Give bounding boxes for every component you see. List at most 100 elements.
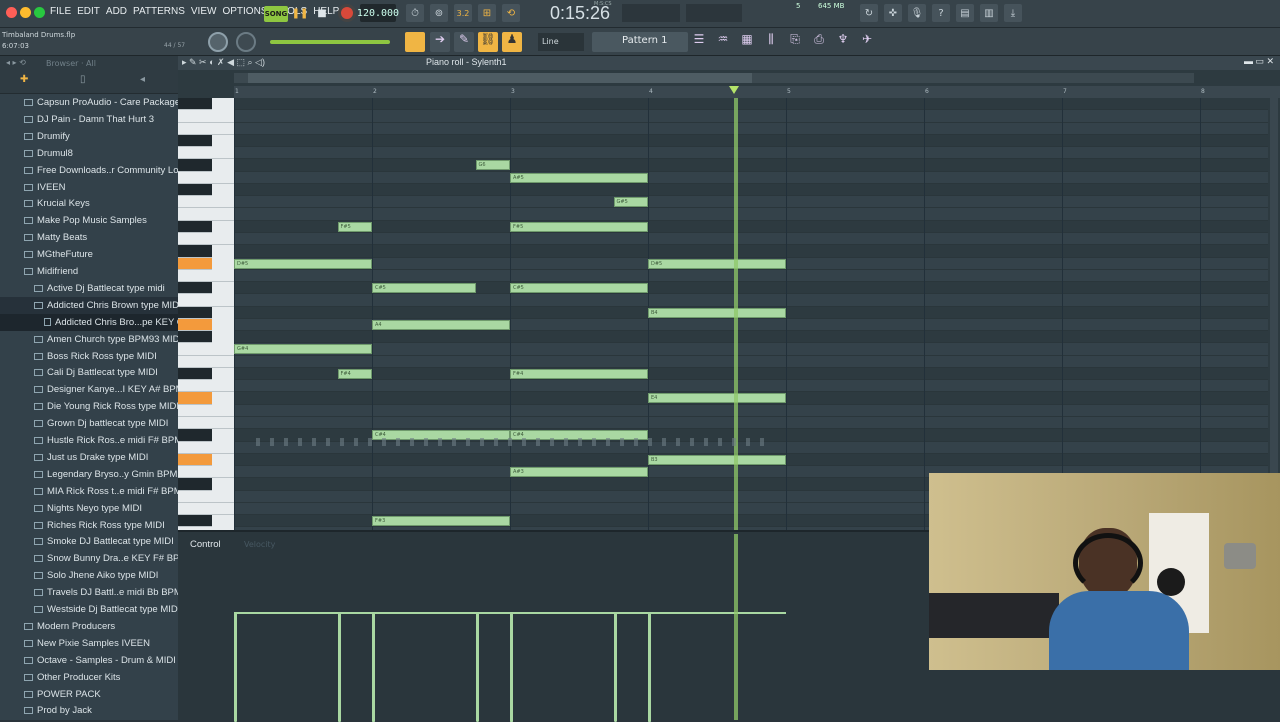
- velocity-stem[interactable]: [613, 612, 617, 722]
- playhead-marker[interactable]: [728, 86, 739, 94]
- browser-folder-item[interactable]: Matty Beats: [0, 229, 178, 246]
- piano-key[interactable]: [178, 245, 212, 258]
- menu-edit[interactable]: EDIT: [77, 6, 100, 17]
- piano-key[interactable]: [178, 392, 212, 405]
- piano-key[interactable]: [178, 110, 234, 123]
- browser-folder-item[interactable]: Travels DJ Battl..e midi Bb BPM93: [0, 584, 178, 601]
- browser-folder-item[interactable]: MGtheFuture: [0, 246, 178, 263]
- tempo-display[interactable]: 120.000: [357, 4, 399, 22]
- save-icon[interactable]: ▤: [956, 4, 974, 22]
- arrow-tool-icon[interactable]: ➔: [430, 32, 450, 52]
- piano-roll-icon[interactable]: ♒: [714, 32, 732, 52]
- pattern-selector[interactable]: Pattern 1: [592, 32, 688, 52]
- midi-note[interactable]: F#3: [372, 516, 510, 527]
- browser-folder-item[interactable]: Westside Dj Battlecat type MIDI: [0, 601, 178, 618]
- browser-folder-item[interactable]: Grown Dj battlecat type MIDI: [0, 415, 178, 432]
- bar-number[interactable]: 7: [1063, 88, 1067, 95]
- plugin-icon[interactable]: ✜: [884, 4, 902, 22]
- piano-key[interactable]: [178, 318, 212, 332]
- browser-folder-item[interactable]: POWER PACK: [0, 686, 178, 703]
- bar-number[interactable]: 4: [649, 88, 653, 95]
- piano-key[interactable]: [178, 171, 234, 184]
- midi-note[interactable]: E4: [648, 393, 786, 404]
- midi-note[interactable]: G#5: [613, 197, 648, 208]
- main-pitch-knob[interactable]: [236, 32, 256, 52]
- browser-toggle-icon[interactable]: ⎘: [786, 32, 804, 52]
- snap-select[interactable]: Line: [538, 33, 584, 51]
- piano-key[interactable]: [178, 441, 234, 454]
- browser-folder-item[interactable]: Addicted Chris Brown type MIDI: [0, 296, 178, 314]
- midi-note[interactable]: C#5: [372, 283, 476, 294]
- browser-folder-item[interactable]: Designer Kanye...I KEY A# BPM145: [0, 381, 178, 398]
- pencil-tool-icon[interactable]: ✎: [454, 32, 474, 52]
- browser-folder-item[interactable]: New Pixie Samples IVEEN: [0, 635, 178, 652]
- piano-key[interactable]: [178, 380, 234, 393]
- piano-key[interactable]: [178, 515, 212, 528]
- midi-note[interactable]: B4: [648, 307, 786, 318]
- minimize-window-button[interactable]: [20, 7, 31, 18]
- browser-speaker-icon[interactable]: ◂: [140, 74, 145, 85]
- piano-keys[interactable]: [178, 98, 234, 530]
- piano-key[interactable]: [178, 453, 212, 467]
- browser-folder-item[interactable]: Snow Bunny Dra..e KEY F# BPM90: [0, 550, 178, 567]
- piano-key[interactable]: [178, 134, 212, 148]
- browser-add-icon[interactable]: ✚: [20, 74, 28, 85]
- piano-key[interactable]: [178, 159, 212, 172]
- zoom-window-button[interactable]: [34, 7, 45, 18]
- velocity-stem[interactable]: [337, 612, 341, 722]
- piano-key[interactable]: [178, 331, 212, 344]
- browser-folder-item[interactable]: Just us Drake type MIDI: [0, 449, 178, 466]
- browser-folder-item[interactable]: Krucial Keys: [0, 195, 178, 212]
- master-volume-slider[interactable]: [270, 40, 390, 44]
- channel-rack-icon[interactable]: ▦: [738, 32, 756, 52]
- midi-note[interactable]: D#5: [234, 258, 372, 269]
- midi-note[interactable]: F#4: [337, 368, 372, 379]
- menu-file[interactable]: FILE: [50, 6, 71, 17]
- browser-folder-item[interactable]: IVEEN: [0, 179, 178, 196]
- play-button[interactable]: ❚❚: [292, 5, 309, 21]
- note-grid[interactable]: G6 A#5 G#5 F#5 F#5 D#5 D#5 C#5 C#5 B4 A4 G#4 F#4 F#4 E…: [234, 98, 1268, 530]
- browser-folder-item[interactable]: Amen Church type BPM93 MIDI: [0, 331, 178, 348]
- piano-roll-tools[interactable]: ▸ ✎ ✂ ◐ ✗ ◀ ⬚ ⌕ ◁): [182, 57, 265, 68]
- piano-key[interactable]: [178, 490, 234, 503]
- midi-note[interactable]: A4: [372, 319, 510, 330]
- stop-button[interactable]: ■: [314, 5, 330, 21]
- piano-key[interactable]: [178, 429, 212, 442]
- menu-options[interactable]: OPTIONS: [222, 6, 267, 17]
- pattern-mode-icon[interactable]: [405, 32, 425, 52]
- velocity-stem[interactable]: [372, 612, 375, 722]
- browser-folder-item[interactable]: Octave - Samples - Drum & MIDI Kit: [0, 652, 178, 669]
- piano-key[interactable]: [178, 294, 234, 307]
- midi-note[interactable]: F#4: [510, 368, 648, 379]
- browser-folder-item[interactable]: Modern Producers: [0, 618, 178, 635]
- midi-note[interactable]: G#4: [234, 344, 372, 355]
- piano-key[interactable]: [178, 257, 212, 270]
- browser-folder-item[interactable]: Cali Dj Battlecat type MIDI: [0, 364, 178, 381]
- browser-folder-item[interactable]: Drumify: [0, 128, 178, 145]
- browser-folder-item[interactable]: Capsun ProAudio - Care Package: [0, 94, 178, 111]
- record-button[interactable]: [338, 4, 356, 22]
- midi-note[interactable]: D#5: [648, 258, 786, 269]
- piano-key[interactable]: [178, 122, 234, 135]
- midi-note[interactable]: G6: [475, 160, 510, 171]
- loop-record-icon[interactable]: ⟲: [502, 4, 520, 22]
- piano-key[interactable]: [178, 232, 234, 246]
- control-label[interactable]: Control: [190, 539, 221, 550]
- microphone-icon[interactable]: 🎙: [908, 4, 926, 22]
- browser-folder-item[interactable]: Boss Rick Ross type MIDI: [0, 348, 178, 365]
- browser-folder-item[interactable]: Midifriend: [0, 263, 178, 280]
- main-volume-knob[interactable]: [208, 32, 228, 52]
- piano-key[interactable]: [178, 196, 234, 209]
- bar-number[interactable]: 5: [787, 88, 791, 95]
- midi-note[interactable]: B3: [648, 454, 786, 465]
- bar-number[interactable]: 8: [1201, 88, 1205, 95]
- song-mode-toggle[interactable]: SONG: [264, 6, 288, 22]
- bar-number[interactable]: 1: [235, 88, 239, 95]
- browser-folder-item[interactable]: Make Pop Music Samples: [0, 212, 178, 229]
- bar-number[interactable]: 3: [511, 88, 515, 95]
- browser-folder-item[interactable]: Smoke DJ Battlecat type MIDI: [0, 533, 178, 550]
- piano-key[interactable]: [178, 478, 212, 491]
- stamp-tool-icon[interactable]: ♟: [502, 32, 522, 52]
- time-ruler[interactable]: 1 2 3 4 5 6 7 8: [234, 86, 1280, 98]
- blend-notes-icon[interactable]: ⊞: [478, 4, 496, 22]
